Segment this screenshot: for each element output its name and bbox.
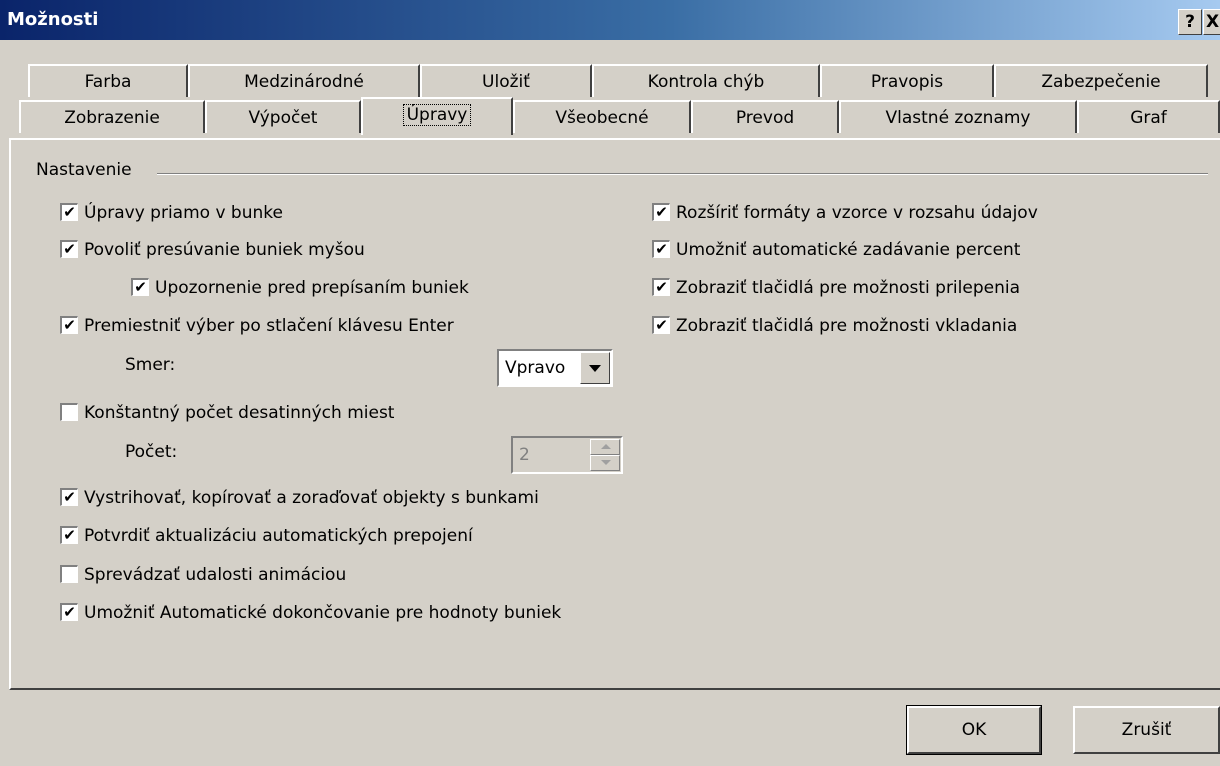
tab-prevod[interactable]: Prevod (691, 100, 839, 133)
tab-zobrazenie[interactable]: Zobrazenie (19, 100, 205, 133)
tab-label: Farba (84, 72, 132, 92)
arrow-down-icon (601, 460, 611, 465)
tab-ulozit[interactable]: Uložiť (420, 64, 592, 97)
tab-label: Uložiť (482, 72, 530, 92)
option-label: Upozornenie pred prepísaním buniek (155, 278, 469, 298)
option-label: Umožniť automatické zadávanie percent (676, 240, 1021, 260)
checkbox[interactable] (60, 565, 78, 583)
help-icon: ? (1185, 12, 1195, 32)
group-label: Nastavenie (36, 160, 138, 180)
places-stepper[interactable]: 2 (511, 436, 623, 474)
direction-label: Smer: (125, 355, 176, 375)
option-label: Povoliť presúvanie buniek myšou (84, 240, 365, 260)
option-label: Premiestniť výber po stlačení klávesu En… (84, 316, 454, 336)
checkbox[interactable]: ✔ (652, 203, 670, 221)
group-divider (157, 173, 1208, 175)
window-title: Možnosti (7, 9, 99, 30)
tab-label: Zabezpečenie (1041, 72, 1161, 92)
direction-dropdown[interactable]: Vpravo (497, 349, 613, 387)
tab-label: Vlastné zoznamy (885, 108, 1031, 128)
option-label: Rozšíriť formáty a vzorce v rozsahu údaj… (676, 203, 1038, 223)
tab-label: Pravopis (870, 72, 944, 92)
title-bar: Možnosti ? X (0, 0, 1220, 40)
tab-kontrola-chyb[interactable]: Kontrola chýb (592, 64, 820, 97)
tab-vseobecne[interactable]: Všeobecné (513, 100, 691, 133)
option-label: Potvrdiť aktualizáciu automatických prep… (84, 526, 473, 546)
ok-button[interactable]: OK (906, 705, 1042, 755)
checkbox[interactable]: ✔ (652, 240, 670, 258)
places-value: 2 (519, 445, 530, 465)
tab-pravopis[interactable]: Pravopis (820, 64, 994, 97)
option-label: Úpravy priamo v bunke (84, 203, 283, 223)
tab-zabezpecenie[interactable]: Zabezpečenie (994, 64, 1208, 97)
close-button[interactable]: X (1203, 9, 1220, 35)
option-label: Zobraziť tlačidlá pre možnosti prilepeni… (676, 278, 1021, 298)
spin-up-button[interactable] (590, 439, 620, 455)
tab-label: Medzinárodné (244, 72, 364, 92)
checkbox[interactable]: ✔ (652, 316, 670, 334)
spin-down-button[interactable] (590, 455, 620, 471)
option-label: Sprevádzať udalosti animáciou (84, 565, 347, 585)
checkbox[interactable] (60, 403, 78, 421)
checkbox[interactable]: ✔ (652, 278, 670, 296)
tab-label: Graf (1130, 108, 1167, 128)
option-label: Zobraziť tlačidlá pre možnosti vkladania (676, 316, 1018, 336)
tab-farba[interactable]: Farba (28, 64, 188, 97)
tab-label: Úpravy (402, 104, 472, 126)
chevron-down-icon (589, 365, 601, 372)
option-label: Umožniť Automatické dokončovanie pre hod… (84, 603, 562, 623)
option-label: Konštantný počet desatinných miest (84, 403, 395, 423)
tab-label: Kontrola chýb (647, 72, 765, 92)
checkbox[interactable]: ✔ (60, 603, 78, 621)
option-label: Vystrihovať, kopírovať a zoraďovať objek… (84, 488, 539, 508)
help-button[interactable]: ? (1178, 9, 1202, 35)
tab-upravy[interactable]: Úpravy (361, 97, 513, 135)
tab-label: Zobrazenie (64, 108, 160, 128)
checkbox[interactable]: ✔ (60, 488, 78, 506)
close-icon: X (1205, 12, 1220, 32)
dropdown-button[interactable] (580, 352, 610, 384)
tab-label: Výpočet (248, 108, 318, 128)
checkbox[interactable]: ✔ (60, 240, 78, 258)
checkbox[interactable]: ✔ (60, 203, 78, 221)
tab-vypocet[interactable]: Výpočet (205, 100, 361, 133)
places-label: Počet: (125, 442, 178, 462)
checkbox[interactable]: ✔ (131, 278, 149, 296)
tab-graf[interactable]: Graf (1077, 100, 1220, 133)
cancel-button[interactable]: Zrušiť (1073, 706, 1220, 754)
arrow-up-icon (601, 444, 611, 449)
tab-label: Všeobecné (555, 108, 649, 128)
checkbox[interactable]: ✔ (60, 316, 78, 334)
tab-vlastne-zoznamy[interactable]: Vlastné zoznamy (839, 100, 1077, 133)
tab-medzinarodne[interactable]: Medzinárodné (188, 64, 420, 97)
tab-label: Prevod (735, 108, 795, 128)
direction-value: Vpravo (505, 358, 566, 378)
checkbox[interactable]: ✔ (60, 526, 78, 544)
